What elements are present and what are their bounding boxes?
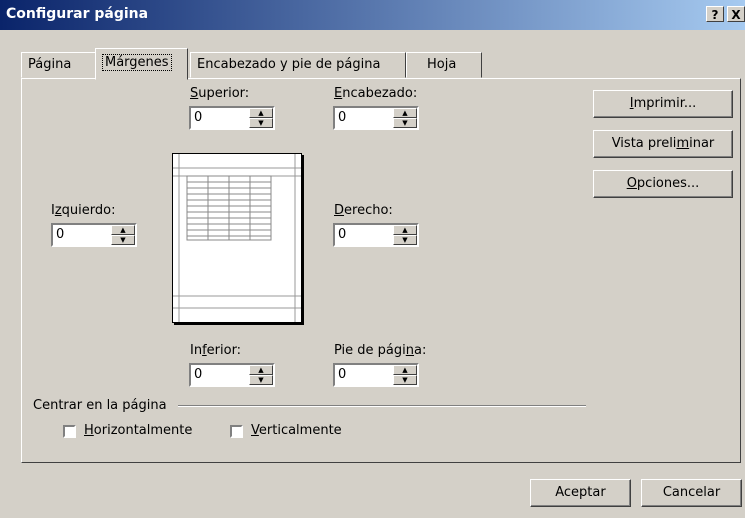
tab-pagina-label: Página [28,57,72,72]
tab-pagina[interactable]: Página [21,52,97,78]
superior-label: Superior: [190,86,250,101]
inferior-value[interactable]: 0 [194,367,202,382]
window-title: Configurar página [6,6,149,22]
encabezado-value[interactable]: 0 [338,110,346,125]
superior-value[interactable]: 0 [194,110,202,125]
cancelar-button[interactable]: Cancelar [641,479,742,507]
inferior-down-arrow-icon[interactable]: ▼ [249,375,273,385]
derecho-down-arrow-icon[interactable]: ▼ [393,235,417,245]
tab-hoja-label: Hoja [427,57,457,72]
inferior-label: Inferior: [190,343,242,358]
derecho-label: Derecho: [334,203,393,218]
izquierdo-label: Izquierdo: [51,203,116,218]
encabezado-spinner[interactable]: 0 ▲ ▼ [333,106,419,130]
inferior-up-arrow-icon[interactable]: ▲ [249,365,273,375]
tab-margenes-label: Márgenes [102,54,172,71]
derecho-value[interactable]: 0 [338,227,346,242]
horizontal-label[interactable]: Horizontalmente [84,423,192,438]
page-setup-dialog: Configurar página ? X Página Márgenes En… [0,0,745,518]
tab-encabezado-pie[interactable]: Encabezado y pie de página [190,52,406,78]
pie-down-arrow-icon[interactable]: ▼ [393,375,417,385]
izquierdo-down-arrow-icon[interactable]: ▼ [111,235,135,245]
page-preview [172,153,302,323]
centrar-divider [178,405,586,407]
izquierdo-up-arrow-icon[interactable]: ▲ [111,225,135,235]
centrar-title: Centrar en la página [33,398,167,413]
inferior-spinner[interactable]: 0 ▲ ▼ [189,363,275,387]
imprimir-button[interactable]: Imprimir... [593,90,733,118]
encabezado-down-arrow-icon[interactable]: ▼ [393,118,417,128]
pie-label: Pie de página: [334,343,427,358]
pie-spinner[interactable]: 0 ▲ ▼ [333,363,419,387]
opciones-button[interactable]: Opciones... [593,170,733,198]
pie-value[interactable]: 0 [338,367,346,382]
aceptar-button[interactable]: Aceptar [530,479,631,507]
tab-hoja[interactable]: Hoja [406,52,482,78]
tab-margenes[interactable]: Márgenes [95,48,188,80]
vista-preliminar-button[interactable]: Vista preliminar [593,130,733,158]
vertical-checkbox[interactable] [230,425,243,438]
encabezado-up-arrow-icon[interactable]: ▲ [393,108,417,118]
title-bar[interactable]: Configurar página ? X [0,0,745,30]
derecho-spinner[interactable]: 0 ▲ ▼ [333,223,419,247]
vertical-label[interactable]: Verticalmente [251,423,342,438]
superior-up-arrow-icon[interactable]: ▲ [249,108,273,118]
izquierdo-value[interactable]: 0 [56,227,64,242]
encabezado-label: Encabezado: [334,86,418,101]
derecho-up-arrow-icon[interactable]: ▲ [393,225,417,235]
help-button[interactable]: ? [706,6,724,22]
superior-down-arrow-icon[interactable]: ▼ [249,118,273,128]
page-preview-graphic [173,154,301,322]
superior-spinner[interactable]: 0 ▲ ▼ [189,106,275,130]
pie-up-arrow-icon[interactable]: ▲ [393,365,417,375]
izquierdo-spinner[interactable]: 0 ▲ ▼ [51,223,137,247]
horizontal-checkbox[interactable] [63,425,76,438]
close-button[interactable]: X [727,6,745,22]
tab-encabezado-pie-label: Encabezado y pie de página [197,57,381,72]
